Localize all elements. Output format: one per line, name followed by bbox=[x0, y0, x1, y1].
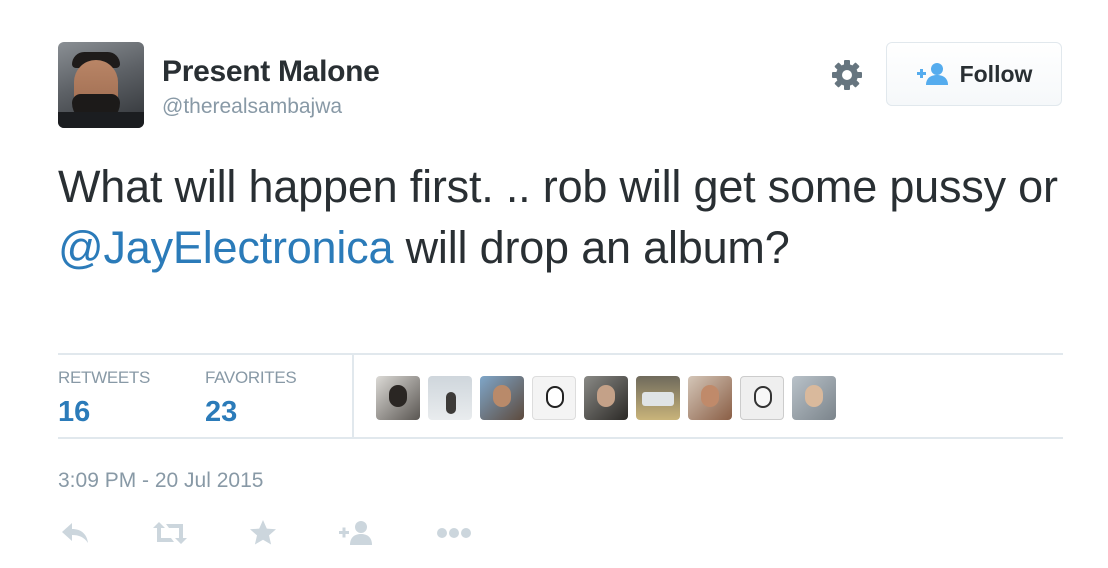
favoriter-avatar[interactable] bbox=[792, 376, 836, 420]
gear-icon[interactable] bbox=[830, 58, 864, 92]
more-dots-icon bbox=[437, 528, 471, 538]
avatar-shoulder bbox=[58, 112, 144, 128]
reply-button[interactable] bbox=[60, 516, 90, 550]
retweets-count: 16 bbox=[58, 396, 91, 428]
retweet-icon bbox=[153, 522, 187, 544]
star-icon bbox=[250, 520, 276, 545]
stats-bottom-divider bbox=[58, 437, 1063, 439]
follow-button-label: Follow bbox=[959, 60, 1033, 87]
avatar[interactable] bbox=[58, 42, 144, 128]
favoriter-avatar[interactable] bbox=[740, 376, 784, 420]
favoriter-avatar[interactable] bbox=[584, 376, 628, 420]
favoriter-avatar[interactable] bbox=[376, 376, 420, 420]
favorite-button[interactable] bbox=[248, 516, 278, 550]
favorites-count: 23 bbox=[205, 396, 238, 428]
user-handle[interactable]: @therealsambajwa bbox=[162, 94, 342, 120]
mention-link[interactable]: @JayElectronica bbox=[58, 222, 394, 273]
tweet-timestamp[interactable]: 3:09 PM - 20 Jul 2015 bbox=[58, 468, 263, 494]
favoriter-avatars bbox=[376, 376, 836, 420]
tweet-text: What will happen first. .. rob will get … bbox=[58, 156, 1058, 278]
add-user-icon bbox=[916, 63, 948, 85]
favoriter-avatar[interactable] bbox=[428, 376, 472, 420]
favorites-stat[interactable]: FAVORITES 23 bbox=[205, 368, 297, 430]
favoriter-avatar[interactable] bbox=[688, 376, 732, 420]
add-user-icon bbox=[339, 521, 372, 545]
favorites-label: FAVORITES bbox=[205, 368, 297, 387]
retweets-label: RETWEETS bbox=[58, 368, 151, 387]
favoriter-avatar[interactable] bbox=[532, 376, 576, 420]
tweet-text-after: will drop an album? bbox=[393, 222, 790, 273]
tweet-text-before: What will happen first. .. rob will get … bbox=[58, 161, 1058, 212]
favoriter-avatar[interactable] bbox=[480, 376, 524, 420]
tweet-card: Present Malone @therealsambajwa Follow W… bbox=[0, 0, 1108, 568]
favoriter-avatar[interactable] bbox=[636, 376, 680, 420]
reply-icon bbox=[62, 523, 88, 543]
retweets-stat[interactable]: RETWEETS 16 bbox=[58, 368, 150, 430]
stats-vertical-divider bbox=[352, 354, 354, 438]
follow-button[interactable]: Follow bbox=[886, 42, 1062, 106]
follow-action-button[interactable] bbox=[338, 516, 376, 550]
stats-top-divider bbox=[58, 353, 1063, 355]
display-name[interactable]: Present Malone bbox=[162, 54, 380, 90]
more-button[interactable] bbox=[436, 516, 472, 550]
retweet-button[interactable] bbox=[152, 516, 188, 550]
